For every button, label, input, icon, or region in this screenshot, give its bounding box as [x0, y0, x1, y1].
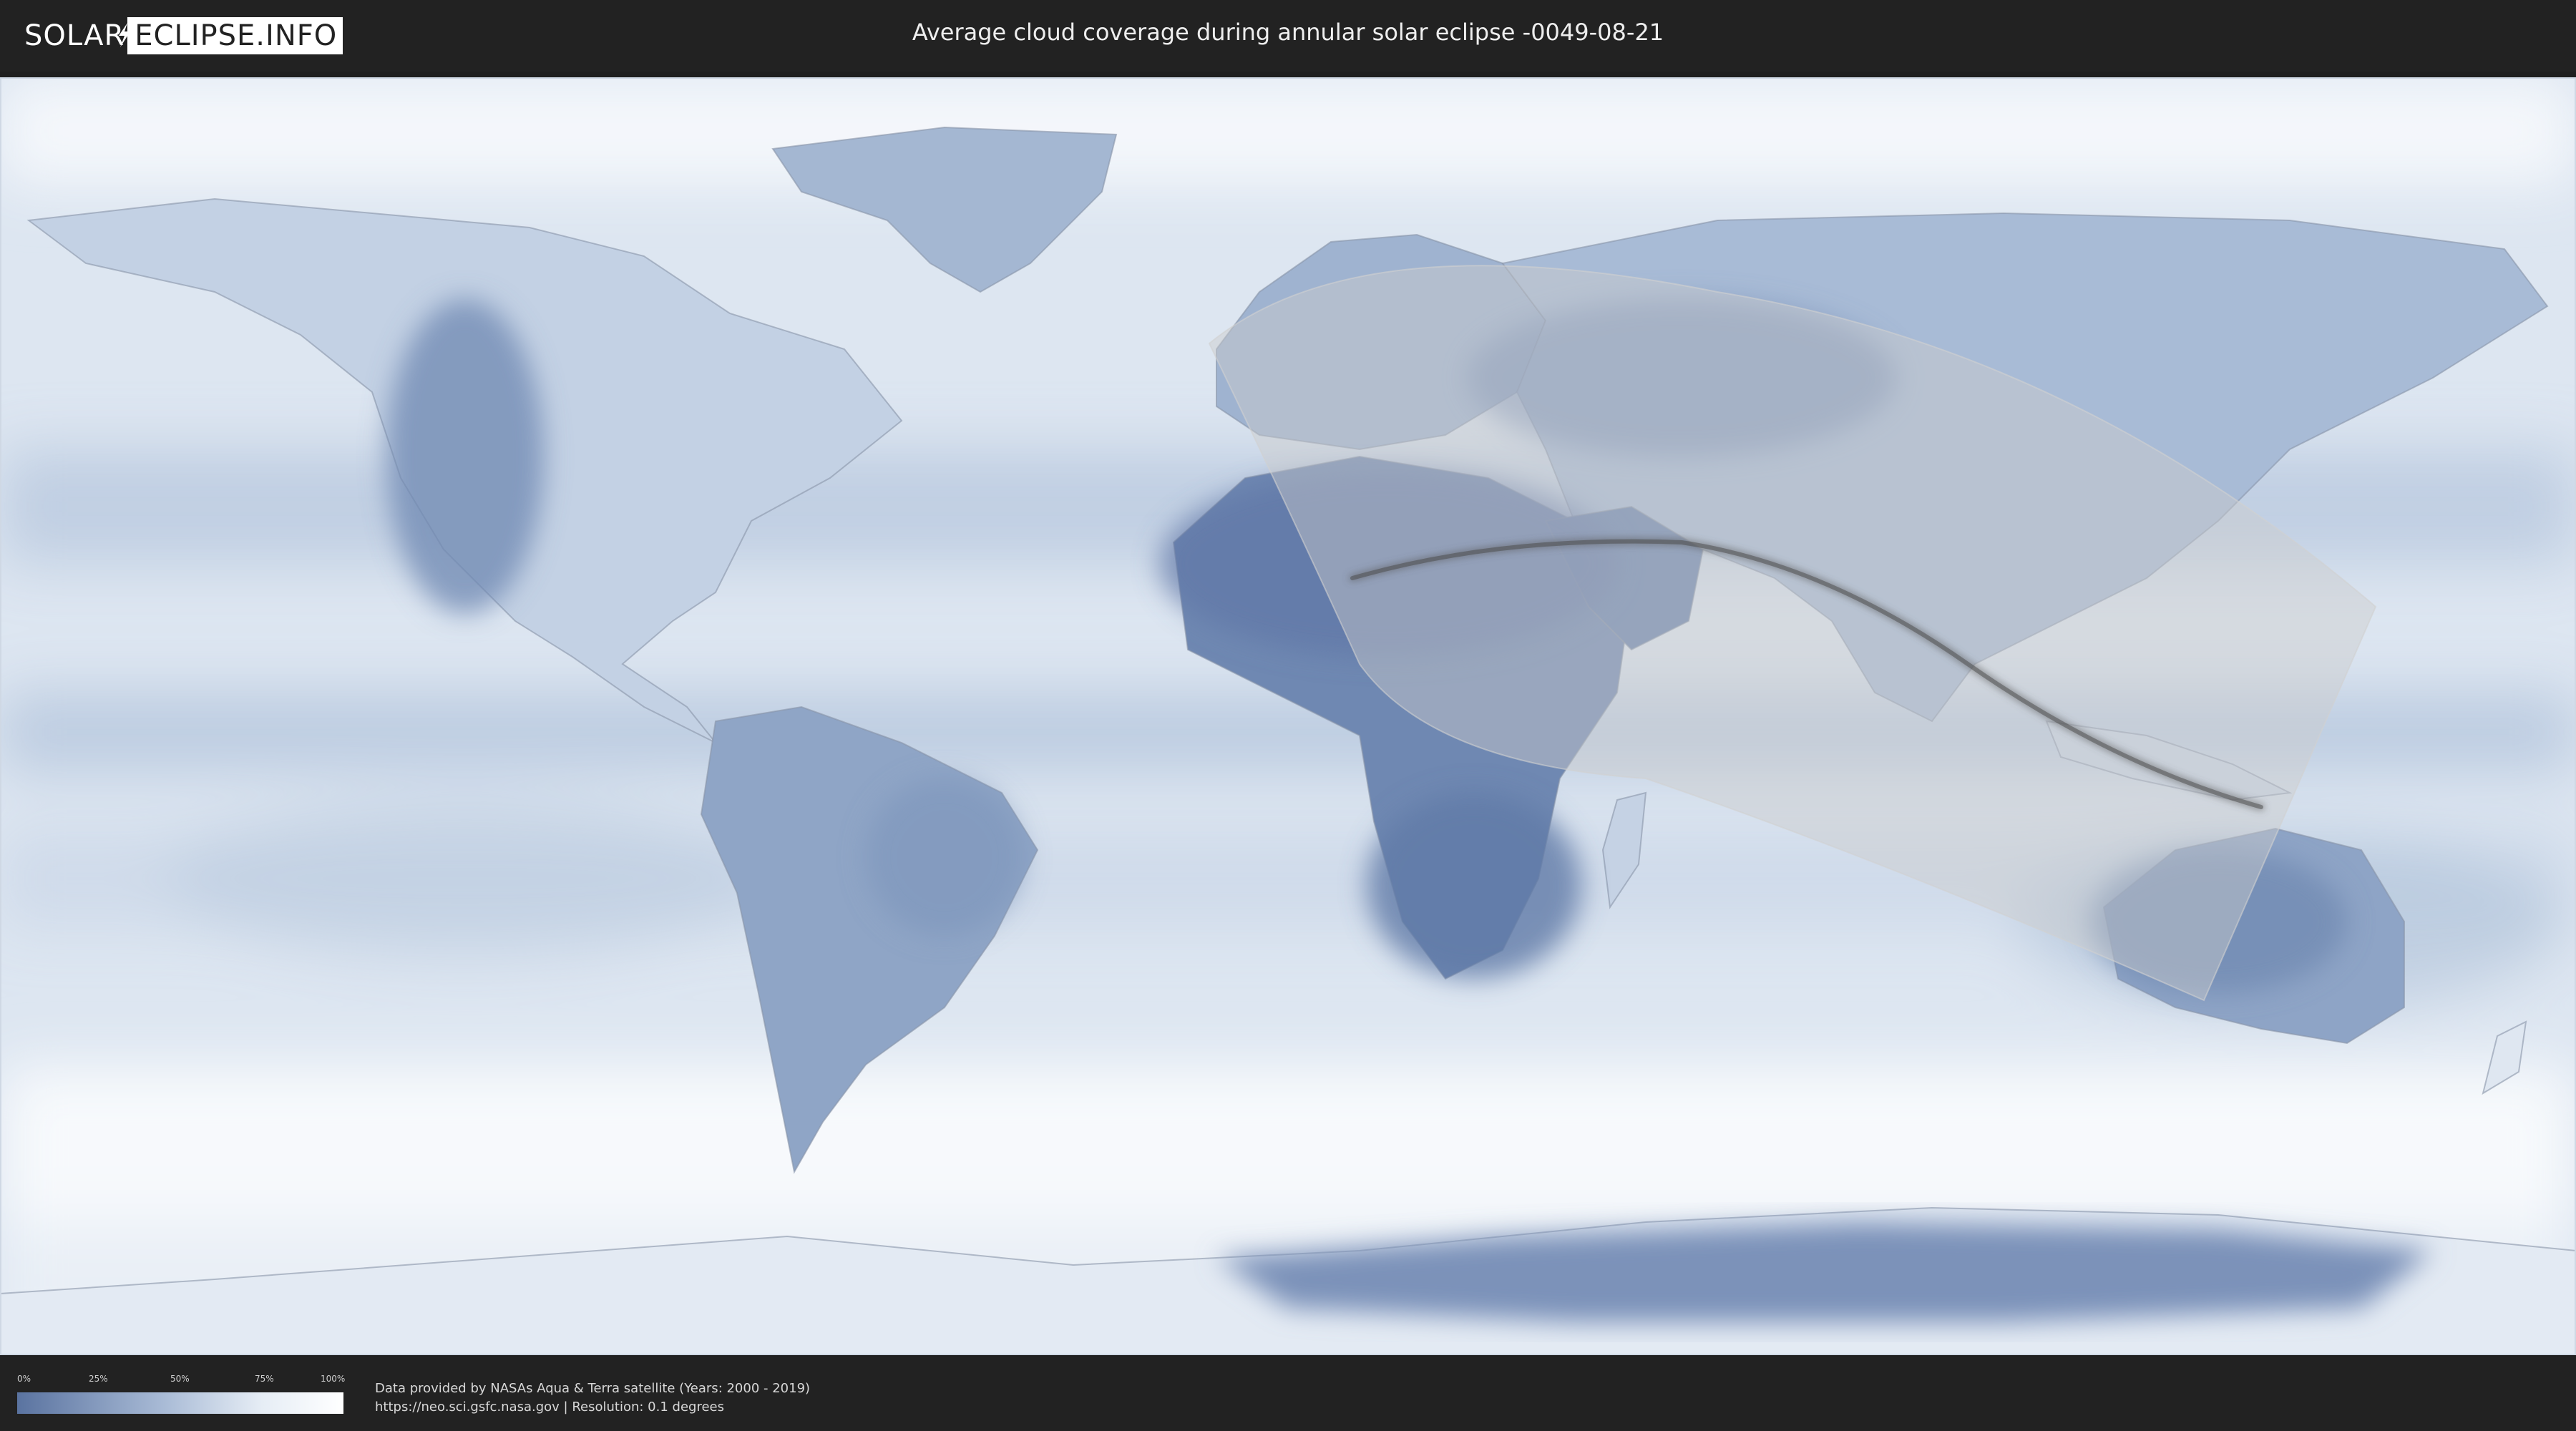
world-map-svg [0, 77, 2576, 1355]
cloud-coverage-legend: 0% 25% 50% 75% 100% [17, 1374, 346, 1414]
legend-color-bar [17, 1392, 343, 1414]
credits-line-source: Data provided by NASAs Aqua & Terra sate… [375, 1381, 811, 1396]
legend-label-100: 100% [321, 1374, 346, 1384]
eclipse-map-page: SOLAR ECLIPSE.INFO Average cloud coverag… [0, 0, 2576, 1431]
cloud-coverage-map[interactable] [0, 77, 2576, 1355]
data-credits: Data provided by NASAs Aqua & Terra sate… [375, 1379, 810, 1417]
legend-labels: 0% 25% 50% 75% 100% [17, 1374, 346, 1388]
credits-line-url[interactable]: https://neo.sci.gsfc.nasa.gov | Resoluti… [375, 1398, 810, 1417]
header-bar: SOLAR ECLIPSE.INFO Average cloud coverag… [0, 0, 2576, 72]
legend-label-75: 75% [255, 1374, 274, 1384]
page-title: Average cloud coverage during annular so… [912, 19, 1664, 46]
footer-bar: 0% 25% 50% 75% 100% Data provided by NAS… [0, 1357, 2576, 1431]
legend-label-0: 0% [17, 1374, 31, 1384]
legend-label-50: 50% [170, 1374, 190, 1384]
legend-label-25: 25% [89, 1374, 108, 1384]
